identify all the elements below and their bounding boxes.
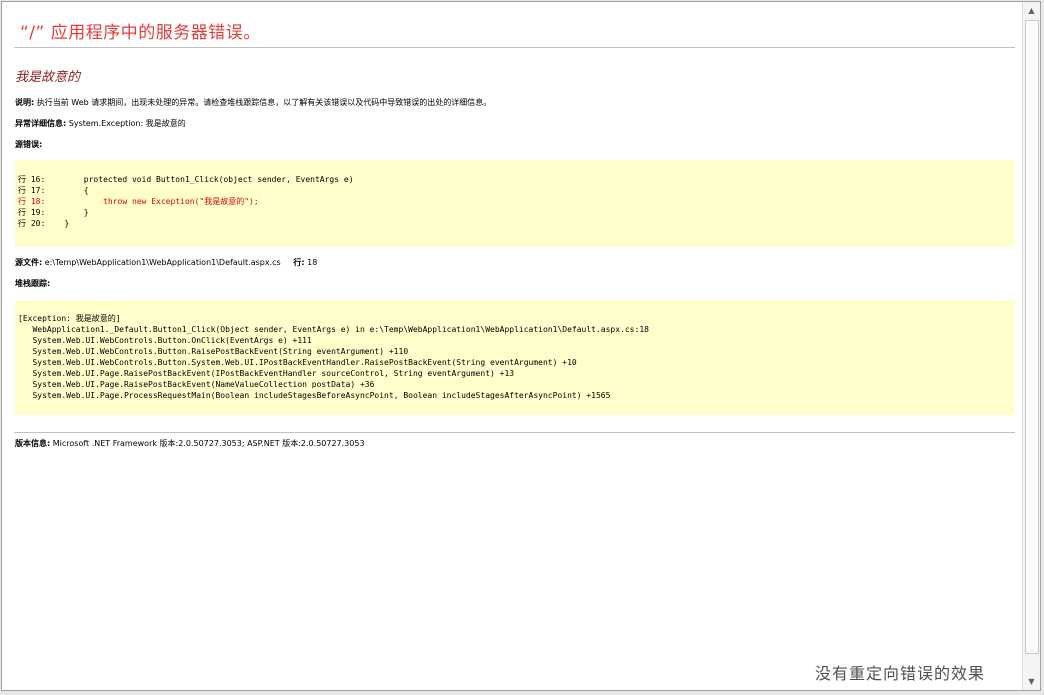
scrollbar-thumb[interactable]	[1025, 20, 1039, 654]
description-row: 说明: 执行当前 Web 请求期间，出现未处理的异常。请检查堆栈跟踪信息，以了解…	[15, 97, 491, 108]
source-file-row: 源文件: e:\Temp\WebApplication1\WebApplicat…	[15, 257, 317, 268]
exception-details-text: System.Exception: 我是故意的	[68, 119, 186, 128]
scroll-up-arrow-icon[interactable]: ▲	[1023, 2, 1040, 19]
error-page: “/” 应用程序中的服务器错误。 我是故意的 说明: 执行当前 Web 请求期间…	[2, 2, 1022, 690]
stack-line: System.Web.UI.Page.ProcessRequestMain(Bo…	[18, 391, 611, 400]
stack-line: System.Web.UI.WebControls.Button.OnClick…	[18, 336, 312, 345]
stack-line: WebApplication1._Default.Button1_Click(O…	[18, 325, 649, 334]
source-line-label: 行:	[293, 258, 305, 267]
version-info-text: Microsoft .NET Framework 版本:2.0.50727.30…	[52, 439, 365, 448]
source-line-number: 18	[307, 258, 318, 267]
description-label: 说明:	[15, 98, 35, 107]
source-line-error: 行 18: throw new Exception("我是故意的");	[18, 197, 259, 206]
stack-line: System.Web.UI.WebControls.Button.System.…	[18, 358, 577, 367]
vertical-scrollbar[interactable]: ▲ ▼	[1022, 2, 1040, 690]
source-file-label: 源文件:	[15, 258, 43, 267]
stack-line: System.Web.UI.Page.RaisePostBackEvent(Na…	[18, 380, 375, 389]
source-code-block: 行 16: protected void Button1_Click(objec…	[18, 174, 354, 229]
source-file-path: e:\Temp\WebApplication1\WebApplication1\…	[44, 258, 281, 267]
stack-trace-code-box: [Exception: 我是故意的] WebApplication1._Defa…	[15, 300, 1015, 415]
source-line: 行 19: }	[18, 208, 89, 217]
stack-line: System.Web.UI.WebControls.Button.RaisePo…	[18, 347, 409, 356]
source-error-label: 源错误:	[15, 140, 43, 149]
source-line: 行 16: protected void Button1_Click(objec…	[18, 175, 354, 184]
source-error-code-box: 行 16: protected void Button1_Click(objec…	[15, 160, 1015, 247]
stack-trace-block: [Exception: 我是故意的] WebApplication1._Defa…	[18, 313, 649, 401]
version-info-row: 版本信息: Microsoft .NET Framework 版本:2.0.50…	[15, 438, 365, 449]
stack-line: [Exception: 我是故意的]	[18, 314, 121, 323]
footer-divider	[14, 432, 1015, 433]
browser-viewport: “/” 应用程序中的服务器错误。 我是故意的 说明: 执行当前 Web 请求期间…	[1, 1, 1041, 691]
scroll-down-arrow-icon[interactable]: ▼	[1023, 673, 1040, 690]
screenshot-caption: 没有重定向错误的效果	[815, 664, 986, 683]
error-message: 我是故意的	[15, 70, 81, 85]
source-error-heading: 源错误:	[15, 139, 42, 150]
exception-details-label: 异常详细信息:	[15, 119, 67, 128]
exception-details-row: 异常详细信息: System.Exception: 我是故意的	[15, 118, 186, 129]
description-text: 执行当前 Web 请求期间，出现未处理的异常。请检查堆栈跟踪信息，以了解有关该错…	[36, 98, 492, 107]
stack-line: System.Web.UI.Page.RaisePostBackEvent(IP…	[18, 369, 515, 378]
version-info-label: 版本信息:	[15, 439, 51, 448]
source-line: 行 20: }	[18, 219, 70, 228]
source-line: 行 17: {	[18, 186, 89, 195]
stack-trace-heading: 堆栈跟踪:	[15, 278, 50, 289]
page-title: “/” 应用程序中的服务器错误。	[20, 23, 261, 43]
title-divider	[14, 47, 1015, 48]
stack-trace-label: 堆栈跟踪:	[15, 279, 51, 288]
